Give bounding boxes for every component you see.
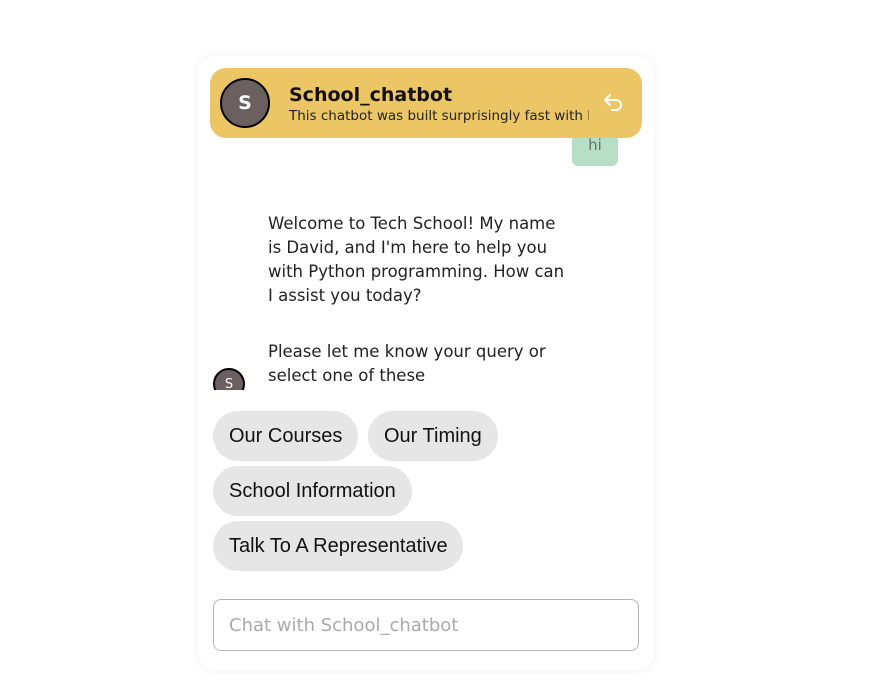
bot-subtitle: This chatbot was built surprisingly fast… (289, 108, 589, 124)
quick-reply-our-timing[interactable]: Our Timing (368, 411, 498, 461)
restart-icon (604, 94, 622, 111)
message-list[interactable]: hi Welcome to Tech School! My name is Da… (198, 138, 654, 390)
restart-button[interactable] (600, 90, 626, 116)
chat-widget: S School_chatbot This chatbot was built … (198, 56, 654, 670)
bot-avatar: S (220, 78, 270, 128)
quick-reply-school-information[interactable]: School Information (213, 466, 412, 516)
quick-reply-our-courses[interactable]: Our Courses (213, 411, 358, 461)
bot-message: Please let me know your query or select … (268, 342, 546, 385)
bot-title: School_chatbot (289, 84, 453, 106)
bot-message-avatar: S (213, 368, 245, 390)
user-message-bubble: hi (572, 138, 618, 166)
bot-message: Welcome to Tech School! My name is David… (268, 214, 565, 305)
quick-reply-talk-to-representative[interactable]: Talk To A Representative (213, 521, 463, 571)
chat-header: S School_chatbot This chatbot was built … (210, 68, 642, 138)
chat-input[interactable] (213, 599, 639, 651)
